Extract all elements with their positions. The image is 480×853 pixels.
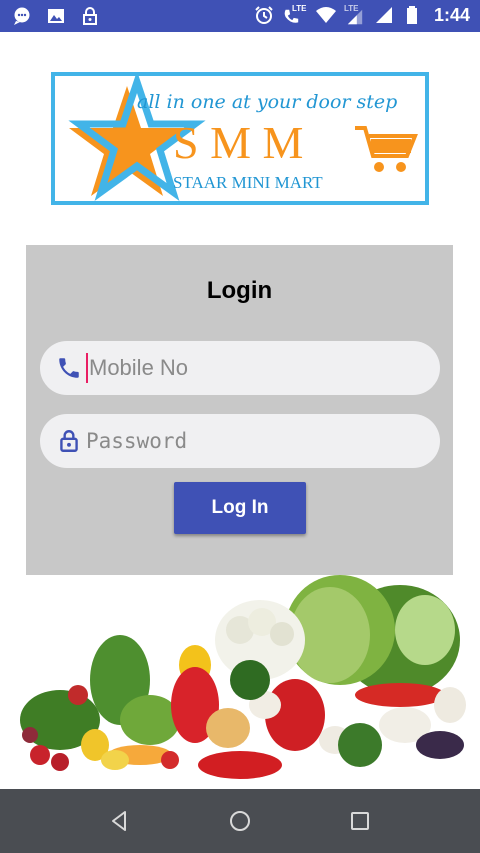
logo-initials: S M M xyxy=(173,117,303,168)
mobile-input[interactable] xyxy=(86,351,416,385)
staar-mini-mart-logo: all in one at your door step S M M STAAR… xyxy=(51,72,429,205)
home-icon[interactable] xyxy=(225,806,255,836)
phone-icon xyxy=(59,358,79,378)
shopping-cart-icon xyxy=(355,126,418,172)
volte-label: LTE xyxy=(291,4,307,13)
alarm-icon xyxy=(255,6,273,24)
navigation-bar xyxy=(0,789,480,853)
signal-icon xyxy=(347,9,363,25)
signal-icon xyxy=(375,7,392,23)
login-button[interactable]: Log In xyxy=(174,482,306,534)
back-icon[interactable] xyxy=(105,806,135,836)
clock: 1:44 xyxy=(433,4,470,25)
password-field[interactable] xyxy=(40,414,440,468)
recent-apps-icon[interactable] xyxy=(345,806,375,836)
padlock-icon xyxy=(60,430,78,452)
logo-name: STAAR MINI MART xyxy=(173,173,323,192)
login-panel: Login Log In xyxy=(26,245,453,575)
volte-call-icon: LTE xyxy=(282,4,308,26)
logo-tagline: all in one at your door step xyxy=(137,91,397,113)
wifi-icon xyxy=(315,7,336,23)
image-icon xyxy=(48,9,64,23)
login-title: Login xyxy=(206,277,273,304)
battery-icon xyxy=(406,6,417,24)
password-input[interactable] xyxy=(86,424,416,458)
status-bar: LTE LTE 1:44 xyxy=(0,0,480,32)
mobile-field[interactable] xyxy=(40,341,440,395)
chat-notification-icon xyxy=(14,7,30,25)
lte-signal-group: LTE xyxy=(344,4,366,26)
lock-icon xyxy=(83,7,97,25)
vegetables-image xyxy=(20,575,466,779)
